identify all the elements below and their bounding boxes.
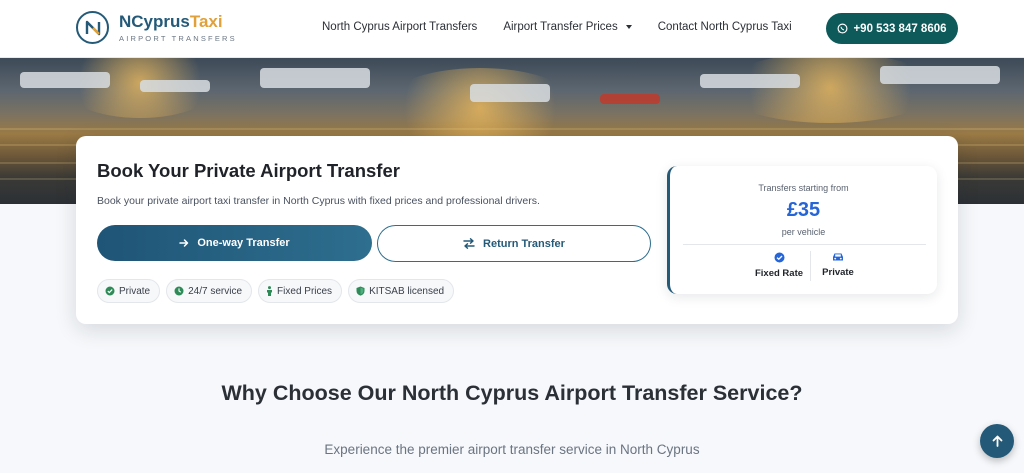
shield-icon: [356, 286, 365, 296]
badge-kitsab: KITSAB licensed: [348, 279, 455, 303]
badge-fixed-prices: Fixed Prices: [258, 279, 343, 303]
return-transfer-label: Return Transfer: [483, 237, 565, 250]
back-to-top-button[interactable]: [980, 424, 1014, 458]
n-logo-icon: [76, 11, 109, 44]
booking-card: Book Your Private Airport Transfer Book …: [76, 136, 958, 324]
phone-label: +90 533 847 8606: [853, 22, 947, 35]
booking-title: Book Your Private Airport Transfer: [97, 160, 400, 181]
badge-private: Private: [97, 279, 161, 303]
price-divider: [683, 244, 926, 245]
oneway-transfer-button[interactable]: One-way Transfer: [97, 225, 372, 261]
site-header: NCyprusTaxi AIRPORT TRANSFERS North Cypr…: [0, 0, 1024, 58]
arrow-right-icon: [179, 239, 189, 247]
return-transfer-button[interactable]: Return Transfer: [377, 225, 651, 262]
main-nav: North Cyprus Airport Transfers Airport T…: [322, 21, 792, 33]
price-amount: £35: [786, 199, 821, 221]
feature-private: Private: [808, 252, 868, 278]
price-per-label: per vehicle: [781, 227, 826, 237]
check-circle-icon: [774, 252, 784, 263]
whatsapp-phone-button[interactable]: +90 533 847 8606: [826, 13, 958, 44]
car-icon: [833, 253, 843, 261]
clock-icon: [174, 286, 184, 296]
booking-description: Book your private airport taxi transfer …: [97, 195, 540, 207]
oneway-transfer-label: One-way Transfer: [197, 237, 290, 249]
price-from-label: Transfers starting from: [758, 183, 849, 193]
caret-down-icon: [625, 24, 632, 29]
price-panel: Transfers starting from £35 per vehicle …: [667, 166, 937, 294]
nav-contact[interactable]: Contact North Cyprus Taxi: [658, 21, 792, 33]
why-choose-heading: Why Choose Our North Cyprus Airport Tran…: [221, 381, 803, 405]
person-icon: [267, 286, 273, 296]
whatsapp-icon: [837, 23, 848, 34]
badge-24-7: 24/7 service: [166, 279, 253, 303]
feature-badges: Private 24/7 service Fixed Prices KITSAB…: [97, 279, 455, 303]
why-choose-subtitle: Experience the premier airport transfer …: [324, 442, 700, 457]
nav-transfer-prices[interactable]: Airport Transfer Prices: [503, 21, 632, 33]
brand-tagline: AIRPORT TRANSFERS: [119, 33, 237, 43]
nav-airport-transfers[interactable]: North Cyprus Airport Transfers: [322, 21, 477, 33]
brand-name: NCyprusTaxi: [119, 11, 223, 31]
brand-logo[interactable]: NCyprusTaxi AIRPORT TRANSFERS: [76, 11, 237, 44]
exchange-icon: [463, 238, 475, 249]
feature-fixed-rate: Fixed Rate: [749, 252, 809, 279]
arrow-up-icon: [992, 435, 1002, 447]
check-circle-icon: [105, 286, 115, 296]
